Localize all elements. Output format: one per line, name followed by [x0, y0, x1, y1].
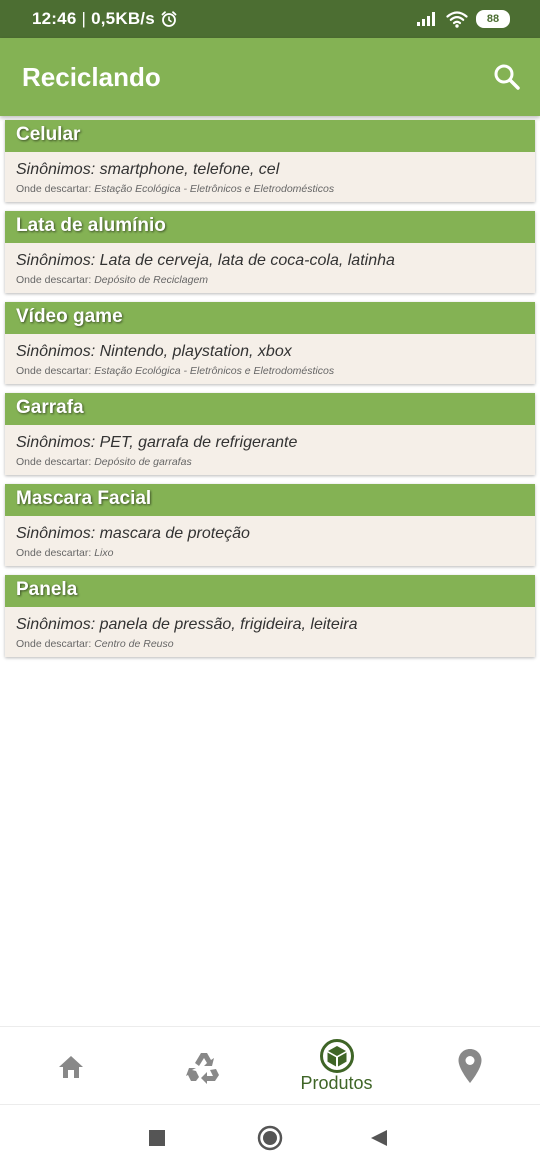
status-network-speed: 0,5KB/s — [91, 9, 155, 28]
disposal-label: Onde descartar: — [16, 183, 92, 195]
product-synonyms: Sinônimos: PET, garrafa de refrigerante — [16, 434, 298, 451]
product-name: Panela — [5, 575, 535, 607]
search-icon — [494, 64, 520, 90]
battery-indicator: 88 — [476, 10, 510, 28]
home-circle-icon — [257, 1125, 283, 1151]
product-card[interactable]: Panela Sinônimos: panela de pressão, fri… — [5, 575, 535, 657]
product-synonyms: Sinônimos: mascara de proteção — [16, 525, 250, 542]
back-button[interactable] — [369, 1128, 389, 1148]
system-navigation — [0, 1106, 540, 1170]
product-details: Sinônimos: Lata de cerveja, lata de coca… — [5, 243, 535, 293]
product-name: Vídeo game — [5, 302, 535, 334]
home-button[interactable] — [257, 1125, 283, 1151]
disposal-place: Estação Ecológica - Eletrônicos e Eletro… — [94, 183, 335, 195]
product-synonyms: Sinônimos: panela de pressão, frigideira… — [16, 616, 358, 633]
disposal-location: Onde descartar: Estação Ecológica - Elet… — [16, 365, 524, 377]
recycle-icon — [185, 1053, 219, 1084]
recents-square-icon — [149, 1130, 165, 1146]
product-card[interactable]: Celular Sinônimos: smartphone, telefone,… — [5, 120, 535, 202]
bottom-navigation: Produtos — [0, 1026, 540, 1105]
product-details: Sinônimos: Nintendo, playstation, xbox O… — [5, 334, 535, 384]
disposal-label: Onde descartar: — [16, 365, 92, 377]
back-triangle-icon — [371, 1130, 387, 1146]
disposal-location: Onde descartar: Centro de Reuso — [16, 638, 524, 650]
app-bar: Reciclando — [0, 38, 540, 116]
product-synonyms: Sinônimos: Nintendo, playstation, xbox — [16, 343, 292, 360]
nav-item-home[interactable] — [3, 1027, 138, 1105]
product-details: Sinônimos: smartphone, telefone, cel Ond… — [5, 152, 535, 202]
product-details: Sinônimos: panela de pressão, frigideira… — [5, 607, 535, 657]
signal-icon — [417, 12, 435, 26]
battery-level: 88 — [486, 13, 500, 25]
nav-item-location[interactable] — [402, 1027, 537, 1105]
product-name: Lata de alumínio — [5, 211, 535, 243]
disposal-label: Onde descartar: — [16, 547, 92, 559]
nav-label-products: Produtos — [300, 1073, 373, 1093]
product-details: Sinônimos: mascara de proteção Onde desc… — [5, 516, 535, 566]
product-card[interactable]: Lata de alumínio Sinônimos: Lata de cerv… — [5, 211, 535, 293]
status-time: 12:46 — [32, 9, 77, 28]
disposal-place: Centro de Reuso — [94, 638, 174, 650]
search-button[interactable] — [492, 62, 522, 92]
product-name: Mascara Facial — [5, 484, 535, 516]
product-card[interactable]: Mascara Facial Sinônimos: mascara de pro… — [5, 484, 535, 566]
alarm-icon — [161, 11, 177, 27]
home-icon — [58, 1056, 83, 1078]
location-pin-icon — [458, 1049, 481, 1083]
product-details: Sinônimos: PET, garrafa de refrigerante … — [5, 425, 535, 475]
disposal-place: Depósito de Reciclagem — [94, 274, 209, 286]
nav-item-recycle[interactable] — [136, 1027, 271, 1105]
status-bar: 12:46 | 0,5KB/s 88 — [0, 0, 540, 38]
disposal-location: Onde descartar: Depósito de Reciclagem — [16, 274, 524, 286]
status-left: 12:46 | 0,5KB/s — [32, 9, 178, 29]
disposal-label: Onde descartar: — [16, 274, 92, 286]
product-card[interactable]: Garrafa Sinônimos: PET, garrafa de refri… — [5, 393, 535, 475]
disposal-location: Onde descartar: Estação Ecológica - Elet… — [16, 183, 524, 195]
status-right: 88 — [416, 10, 510, 28]
disposal-location: Onde descartar: Depósito de garrafas — [16, 456, 524, 468]
app-title: Reciclando — [22, 62, 161, 92]
disposal-place: Estação Ecológica - Eletrônicos e Eletro… — [94, 365, 335, 377]
wifi-icon — [446, 11, 468, 28]
product-name: Celular — [5, 120, 535, 152]
disposal-place: Lixo — [94, 547, 114, 559]
disposal-label: Onde descartar: — [16, 638, 92, 650]
product-name: Garrafa — [5, 393, 535, 425]
product-list: Celular Sinônimos: smartphone, telefone,… — [5, 120, 535, 666]
product-synonyms: Sinônimos: smartphone, telefone, cel — [16, 161, 280, 178]
box-icon — [319, 1039, 354, 1073]
product-synonyms: Sinônimos: Lata de cerveja, lata de coca… — [16, 252, 395, 269]
disposal-location: Onde descartar: Lixo — [16, 547, 524, 559]
nav-item-products[interactable]: Produtos — [269, 1027, 404, 1105]
disposal-label: Onde descartar: — [16, 456, 92, 468]
product-card[interactable]: Vídeo game Sinônimos: Nintendo, playstat… — [5, 302, 535, 384]
recents-button[interactable] — [147, 1128, 167, 1148]
disposal-place: Depósito de garrafas — [94, 456, 192, 468]
status-separator: | — [81, 9, 87, 28]
